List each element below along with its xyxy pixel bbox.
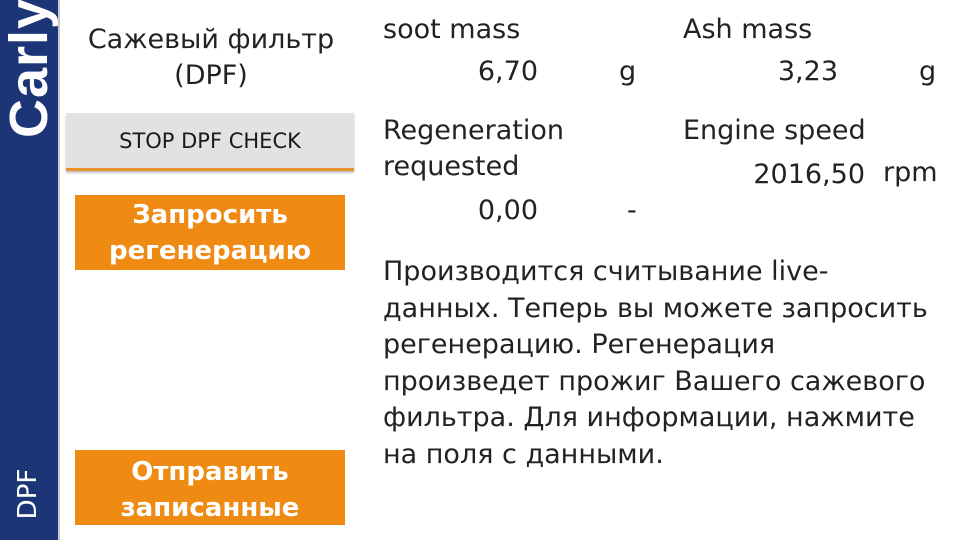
carly-logo: Carly bbox=[0, 0, 59, 139]
info-line: на поля с данными. bbox=[383, 438, 664, 470]
metric-value: 3,23 bbox=[777, 56, 838, 87]
metric-value: 0,00 bbox=[477, 195, 538, 226]
metric-soot-mass[interactable]: soot mass 6,70 g bbox=[383, 12, 643, 102]
feature-title-line2: (DPF) bbox=[174, 60, 248, 91]
metric-unit: g bbox=[919, 56, 937, 87]
metric-label: Engine speed bbox=[683, 115, 866, 146]
info-line: произведет прожиг Вашего сажевого bbox=[383, 365, 926, 397]
metric-label: soot mass bbox=[383, 14, 521, 45]
metric-regeneration-requested[interactable]: Regeneration requested 0,00 - bbox=[383, 113, 643, 233]
send-recorded-label-line2: записанные bbox=[120, 493, 300, 523]
metric-engine-speed[interactable]: Engine speed 2016,50 rpm bbox=[683, 113, 948, 203]
sidebar-divider bbox=[58, 0, 60, 540]
feature-title-line1: Сажевый фильтр bbox=[87, 24, 335, 55]
metric-ash-mass[interactable]: Ash mass 3,23 g bbox=[683, 12, 948, 102]
feature-title: Сажевый фильтр (DPF) bbox=[66, 22, 356, 94]
request-regeneration-label-line1: Запросить bbox=[132, 200, 288, 230]
metric-unit: rpm bbox=[883, 157, 938, 188]
metric-label: Regeneration bbox=[383, 115, 564, 146]
request-regeneration-button[interactable]: Запросить регенерацию bbox=[75, 195, 345, 270]
metric-label: requested bbox=[383, 151, 520, 182]
info-line: Производится считывание live- bbox=[383, 256, 829, 287]
request-regeneration-label-line2: регенерацию bbox=[109, 236, 311, 266]
info-line: фильтра. Для информации, нажмите bbox=[383, 402, 915, 433]
stop-dpf-check-button[interactable]: STOP DPF CHECK bbox=[66, 113, 354, 171]
send-recorded-button[interactable]: Отправить записанные bbox=[75, 450, 345, 525]
metric-unit: g bbox=[619, 56, 637, 87]
info-message: Производится считывание live- данных. Те… bbox=[383, 254, 948, 473]
info-line: регенерацию. Регенерация bbox=[383, 329, 776, 360]
metric-value: 2016,50 bbox=[753, 159, 865, 190]
info-line: данных. Теперь вы можете запросить bbox=[383, 292, 928, 324]
metric-value: 6,70 bbox=[477, 56, 538, 87]
metric-label: Ash mass bbox=[683, 14, 813, 45]
section-label: DPF bbox=[13, 468, 43, 520]
metric-unit: - bbox=[627, 195, 637, 226]
send-recorded-label-line1: Отправить bbox=[131, 457, 289, 487]
sidebar: Carly DPF bbox=[0, 0, 59, 540]
